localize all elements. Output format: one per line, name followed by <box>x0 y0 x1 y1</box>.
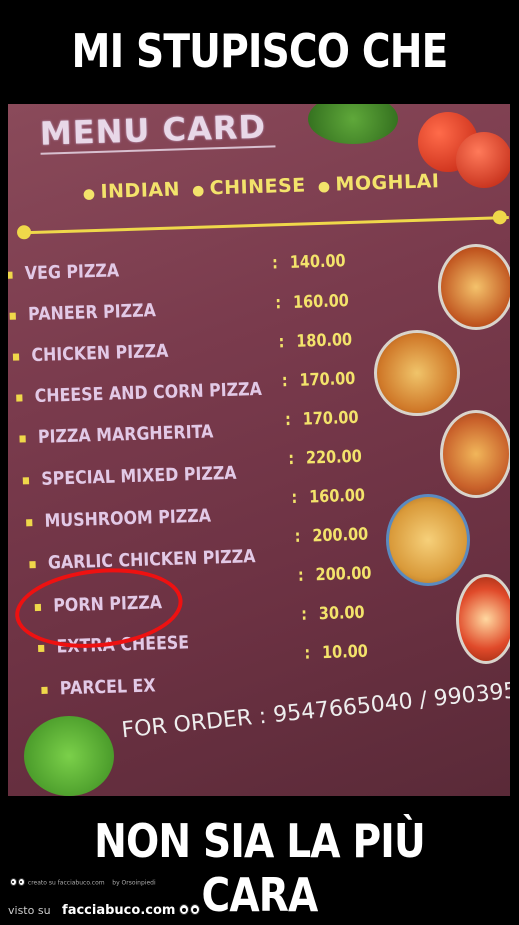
menu-price: :160.00 <box>275 291 350 314</box>
site-footer: visto su facciabuco.com <box>8 903 201 918</box>
cuisine-list: ● INDIAN ● CHINESE ● MOGHLAI <box>77 170 440 203</box>
menu-price: :220.00 <box>287 446 363 470</box>
order-phone-text: FOR ORDER : 9547665040 / 9903952 <box>120 676 510 744</box>
menu-price: :140.00 <box>271 251 346 274</box>
menu-price: :10.00 <box>304 641 369 664</box>
eyes-icon <box>178 904 201 918</box>
pizza-image <box>440 410 510 498</box>
brand-link[interactable]: facciabuco.com <box>62 903 175 918</box>
eyes-icon <box>10 878 26 888</box>
divider-line <box>19 216 509 235</box>
top-caption: MI STUPISCO CHE <box>71 24 449 78</box>
created-credit: creato su facciabuco.com by Orsoinpiedi <box>10 878 156 888</box>
bullet-icon <box>41 686 48 694</box>
bullet-icon <box>12 352 20 361</box>
cuisine-chinese: CHINESE <box>209 174 307 200</box>
menu-item: MUSHROOM PIZZA <box>26 506 211 533</box>
menu-price: :180.00 <box>278 330 353 353</box>
menu-item: PARCEL EX <box>41 675 156 700</box>
menu-price: :170.00 <box>284 407 359 431</box>
cuisine-indian: INDIAN <box>100 178 181 203</box>
bullet-icon <box>8 271 13 279</box>
menu-item: CHICKEN PIZZA <box>12 341 169 367</box>
menu-item: GARLIC CHICKEN PIZZA <box>29 546 256 574</box>
menu-price: :160.00 <box>291 485 366 508</box>
menu-photo: MENU CARD ● INDIAN ● CHINESE ● MOGHLAI VEG … <box>8 104 510 796</box>
bullet-icon <box>38 644 45 652</box>
bullet-icon <box>19 434 26 443</box>
bullet-icon <box>9 312 16 320</box>
pizza-image <box>374 330 460 416</box>
menu-price: :170.00 <box>281 368 356 392</box>
bullet-icon <box>16 393 23 402</box>
menu-item: VEG PIZZA <box>8 260 119 285</box>
bullet-icon <box>22 476 30 484</box>
bullet-icon <box>26 518 33 526</box>
menu-price: :200.00 <box>297 563 372 586</box>
menu-item: PANEER PIZZA <box>9 300 156 326</box>
bullet-icon <box>29 560 36 568</box>
pizza-image <box>438 244 510 330</box>
divider-ball-right <box>492 210 508 225</box>
pizza-image <box>386 494 470 586</box>
menu-item: CHEESE AND CORN PIZZA <box>16 379 262 408</box>
menu-price: :200.00 <box>294 524 369 547</box>
menu-item: PIZZA MARGHERITA <box>19 421 214 448</box>
bullet-icon: ● <box>317 178 331 196</box>
bullet-icon: ● <box>82 186 96 203</box>
menu-item: SPECIAL MIXED PIZZA <box>22 463 237 491</box>
menu-price: :30.00 <box>300 602 365 625</box>
cuisine-moghlai: MOGHLAI <box>335 170 440 196</box>
pizza-image <box>456 574 510 664</box>
bullet-icon: ● <box>191 182 206 199</box>
menu-card: MENU CARD ● INDIAN ● CHINESE ● MOGHLAI VEG … <box>8 104 510 796</box>
divider-ball-left <box>16 225 32 240</box>
